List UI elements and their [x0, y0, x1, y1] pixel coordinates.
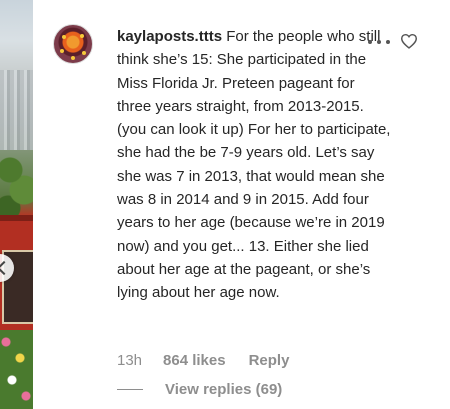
replies-divider-line: [117, 388, 143, 390]
likes-count-link[interactable]: 864 likes: [163, 352, 226, 369]
photo-flowers: [0, 330, 33, 409]
chevron-left-icon: [0, 260, 12, 276]
background-post-photo: [0, 0, 33, 409]
comment-text: For the people who still think she’s 15:…: [117, 28, 391, 302]
avatar[interactable]: [53, 24, 93, 64]
comment-meta: 13h 864 likes Reply: [117, 350, 289, 370]
heart-icon[interactable]: [400, 33, 418, 49]
comment-timestamp: 13h: [117, 351, 143, 369]
comment-body: kaylaposts.ttts For the people who still…: [117, 25, 391, 305]
photo-trees: [0, 150, 33, 220]
comment-username[interactable]: kaylaposts.ttts: [117, 28, 222, 45]
view-replies-button[interactable]: View replies (69): [165, 381, 282, 398]
reply-button[interactable]: Reply: [249, 352, 290, 369]
more-options-icon[interactable]: [368, 39, 390, 45]
photo-buildings: [0, 70, 33, 150]
view-replies[interactable]: View replies (69): [117, 378, 282, 400]
